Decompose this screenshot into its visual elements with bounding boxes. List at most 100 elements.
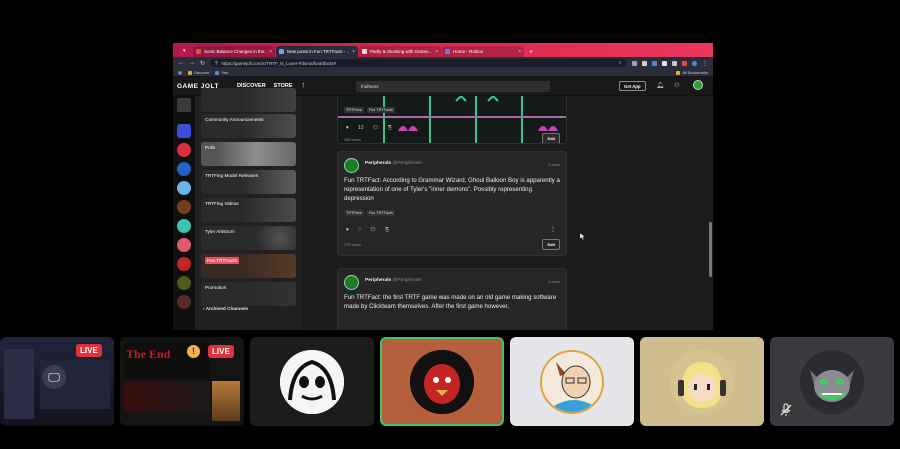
screen: ▾ Sonic Balance Changes in the... × New … bbox=[0, 0, 900, 449]
participant-avatar bbox=[410, 349, 474, 414]
channel-label: TRTFing Model Releases bbox=[205, 173, 259, 178]
like-icon[interactable]: ♥ bbox=[346, 227, 349, 233]
community-icon[interactable] bbox=[177, 181, 191, 195]
participant-tile-stream[interactable]: LIVE 🖵 bbox=[0, 337, 114, 426]
community-icon[interactable] bbox=[177, 200, 191, 214]
url-field[interactable]: ⚲ https://gamejolt.com/c/TRTF_N_Lover-Fd… bbox=[210, 59, 627, 67]
reload-icon[interactable]: ↻ bbox=[200, 60, 205, 67]
close-icon[interactable]: × bbox=[352, 49, 355, 55]
new-tab-button[interactable]: + bbox=[525, 49, 537, 57]
community-icon[interactable] bbox=[177, 257, 191, 271]
community-icon[interactable] bbox=[177, 124, 191, 138]
tab-partly[interactable]: Partly & Stocking with Garten... × bbox=[359, 46, 441, 57]
participant-tile[interactable] bbox=[640, 337, 764, 426]
live-badge: LIVE bbox=[208, 345, 234, 358]
tab-sonic[interactable]: Sonic Balance Changes in the... × bbox=[193, 46, 275, 57]
post-time: 2 mins bbox=[548, 162, 560, 167]
folder-icon bbox=[676, 70, 681, 75]
author-avatar[interactable] bbox=[344, 158, 359, 173]
browser-window: ▾ Sonic Balance Changes in the... × New … bbox=[173, 43, 713, 330]
extension-icon[interactable] bbox=[652, 60, 657, 66]
community-icon[interactable] bbox=[177, 143, 191, 157]
back-icon[interactable]: ← bbox=[178, 60, 184, 66]
menu-icon[interactable]: ⋮ bbox=[702, 60, 708, 67]
grid-icon[interactable] bbox=[177, 98, 191, 112]
tag-chip[interactable]: TRTFiers bbox=[344, 107, 364, 113]
participant-avatar bbox=[800, 349, 864, 414]
like-count: 0 bbox=[357, 227, 361, 233]
extension-icon[interactable] bbox=[642, 60, 647, 66]
participant-tile-speaking[interactable] bbox=[380, 337, 504, 426]
share-icon[interactable]: ⎘ bbox=[385, 227, 389, 233]
forward-icon[interactable]: → bbox=[189, 60, 195, 66]
channel-label: Community Announcements bbox=[205, 117, 264, 122]
comment-icon[interactable]: 💬︎ bbox=[373, 125, 379, 131]
page-scrollbar[interactable] bbox=[709, 222, 712, 277]
channel-promotion[interactable]: Promotion bbox=[201, 282, 296, 306]
extension-icon[interactable] bbox=[632, 60, 637, 66]
author-name[interactable]: Peripherals @Peripherals bbox=[365, 278, 422, 283]
site-info-icon[interactable]: ⚲ bbox=[215, 60, 218, 66]
channel-fun-trtfacts[interactable]: Fun TRTFacts bbox=[201, 254, 296, 278]
community-icon[interactable] bbox=[177, 295, 191, 309]
author-display-name: Peripherals bbox=[365, 161, 392, 166]
tab-fun-trtfacts[interactable]: New posts in Fun TRTFacts - ... × bbox=[276, 46, 358, 57]
tag-chip[interactable]: Fun TRTFacts bbox=[366, 107, 395, 113]
participant-tile-stream[interactable]: The End ! LIVE bbox=[120, 337, 244, 426]
share-icon[interactable]: ⎘ bbox=[388, 125, 392, 131]
archived-channels-toggle[interactable]: › Archived Channels bbox=[203, 306, 248, 311]
url-text: https://gamejolt.com/c/TRTF_N_Lover-Fdsm… bbox=[221, 60, 337, 66]
profile-icon[interactable] bbox=[692, 60, 697, 66]
edit-button[interactable]: Edit bbox=[542, 239, 560, 250]
extension-icon[interactable] bbox=[682, 60, 687, 66]
channel-polls[interactable]: Polls bbox=[201, 142, 296, 166]
extension-icon[interactable] bbox=[662, 60, 667, 66]
community-icon[interactable] bbox=[177, 238, 191, 252]
close-icon[interactable]: × bbox=[269, 49, 272, 55]
post-text: Fun TRTFact: According to Grammar Wizard… bbox=[344, 177, 560, 202]
participant-avatar bbox=[670, 349, 734, 414]
star-icon[interactable]: ☆ bbox=[618, 60, 622, 66]
edit-button[interactable]: Edit bbox=[542, 133, 560, 143]
mouse-cursor-icon bbox=[580, 233, 585, 240]
tab-roblox[interactable]: Home - Roblox × bbox=[442, 46, 524, 57]
channel-community-announcements[interactable]: Community Announcements bbox=[201, 114, 296, 138]
screen-share-icon: 🖵 bbox=[42, 365, 66, 389]
get-app-button[interactable]: Get App bbox=[619, 81, 646, 91]
participant-tile[interactable] bbox=[510, 337, 634, 426]
bookmark-discover[interactable]: Discover bbox=[187, 70, 209, 75]
like-icon[interactable]: ♥ bbox=[346, 125, 349, 131]
tag-chip[interactable]: TRTFiers bbox=[344, 210, 364, 216]
post-actions: ♥ 0 💬︎ ⎘ bbox=[346, 227, 389, 233]
bookmarks-bar: ▦ Discover Yes All Bookmarks bbox=[173, 69, 713, 77]
community-icon[interactable] bbox=[177, 219, 191, 233]
apps-icon[interactable]: ▦ bbox=[178, 70, 182, 75]
channel-trtfing-videos[interactable]: TRTFing Videos bbox=[201, 198, 296, 222]
channel-label: Tyler Ahlstrom bbox=[205, 229, 235, 234]
more-menu-icon[interactable]: ⋮ bbox=[301, 83, 307, 89]
tag-chip[interactable]: Fun TRTFacts bbox=[366, 210, 395, 216]
community-icon[interactable] bbox=[177, 276, 191, 290]
comment-icon[interactable]: 💬︎ bbox=[370, 227, 376, 233]
activity-icon[interactable]: ⚇ bbox=[673, 82, 681, 90]
bell-icon[interactable]: 🔔︎ bbox=[656, 82, 664, 90]
channel-model-releases[interactable]: TRTFing Model Releases bbox=[201, 170, 296, 194]
bookmark-yes[interactable]: Yes bbox=[215, 70, 228, 75]
gamejolt-page: GAME JOLT DISCOVER STORE ⋮ fnaftears Get… bbox=[173, 77, 713, 330]
search-input[interactable]: fnaftears bbox=[356, 81, 550, 92]
author-name[interactable]: Peripherals @Peripherals bbox=[365, 161, 422, 166]
author-avatar[interactable] bbox=[344, 275, 359, 290]
user-avatar[interactable] bbox=[693, 80, 703, 90]
close-icon[interactable]: × bbox=[435, 49, 438, 55]
close-icon[interactable]: × bbox=[518, 49, 521, 55]
tab-favicon-icon bbox=[196, 49, 201, 54]
extension-icon[interactable] bbox=[672, 60, 677, 66]
channel-item[interactable] bbox=[201, 88, 296, 112]
more-options-icon[interactable]: ⋮ bbox=[550, 226, 556, 233]
all-bookmarks[interactable]: All Bookmarks bbox=[676, 70, 708, 75]
participant-tile[interactable] bbox=[250, 337, 374, 426]
post-tags: TRTFiers Fun TRTFacts bbox=[344, 210, 395, 216]
community-icon[interactable] bbox=[177, 162, 191, 176]
tab-search-icon[interactable]: ▾ bbox=[183, 48, 190, 55]
channel-tyler-ahlstrom[interactable]: Tyler Ahlstrom bbox=[201, 226, 296, 250]
